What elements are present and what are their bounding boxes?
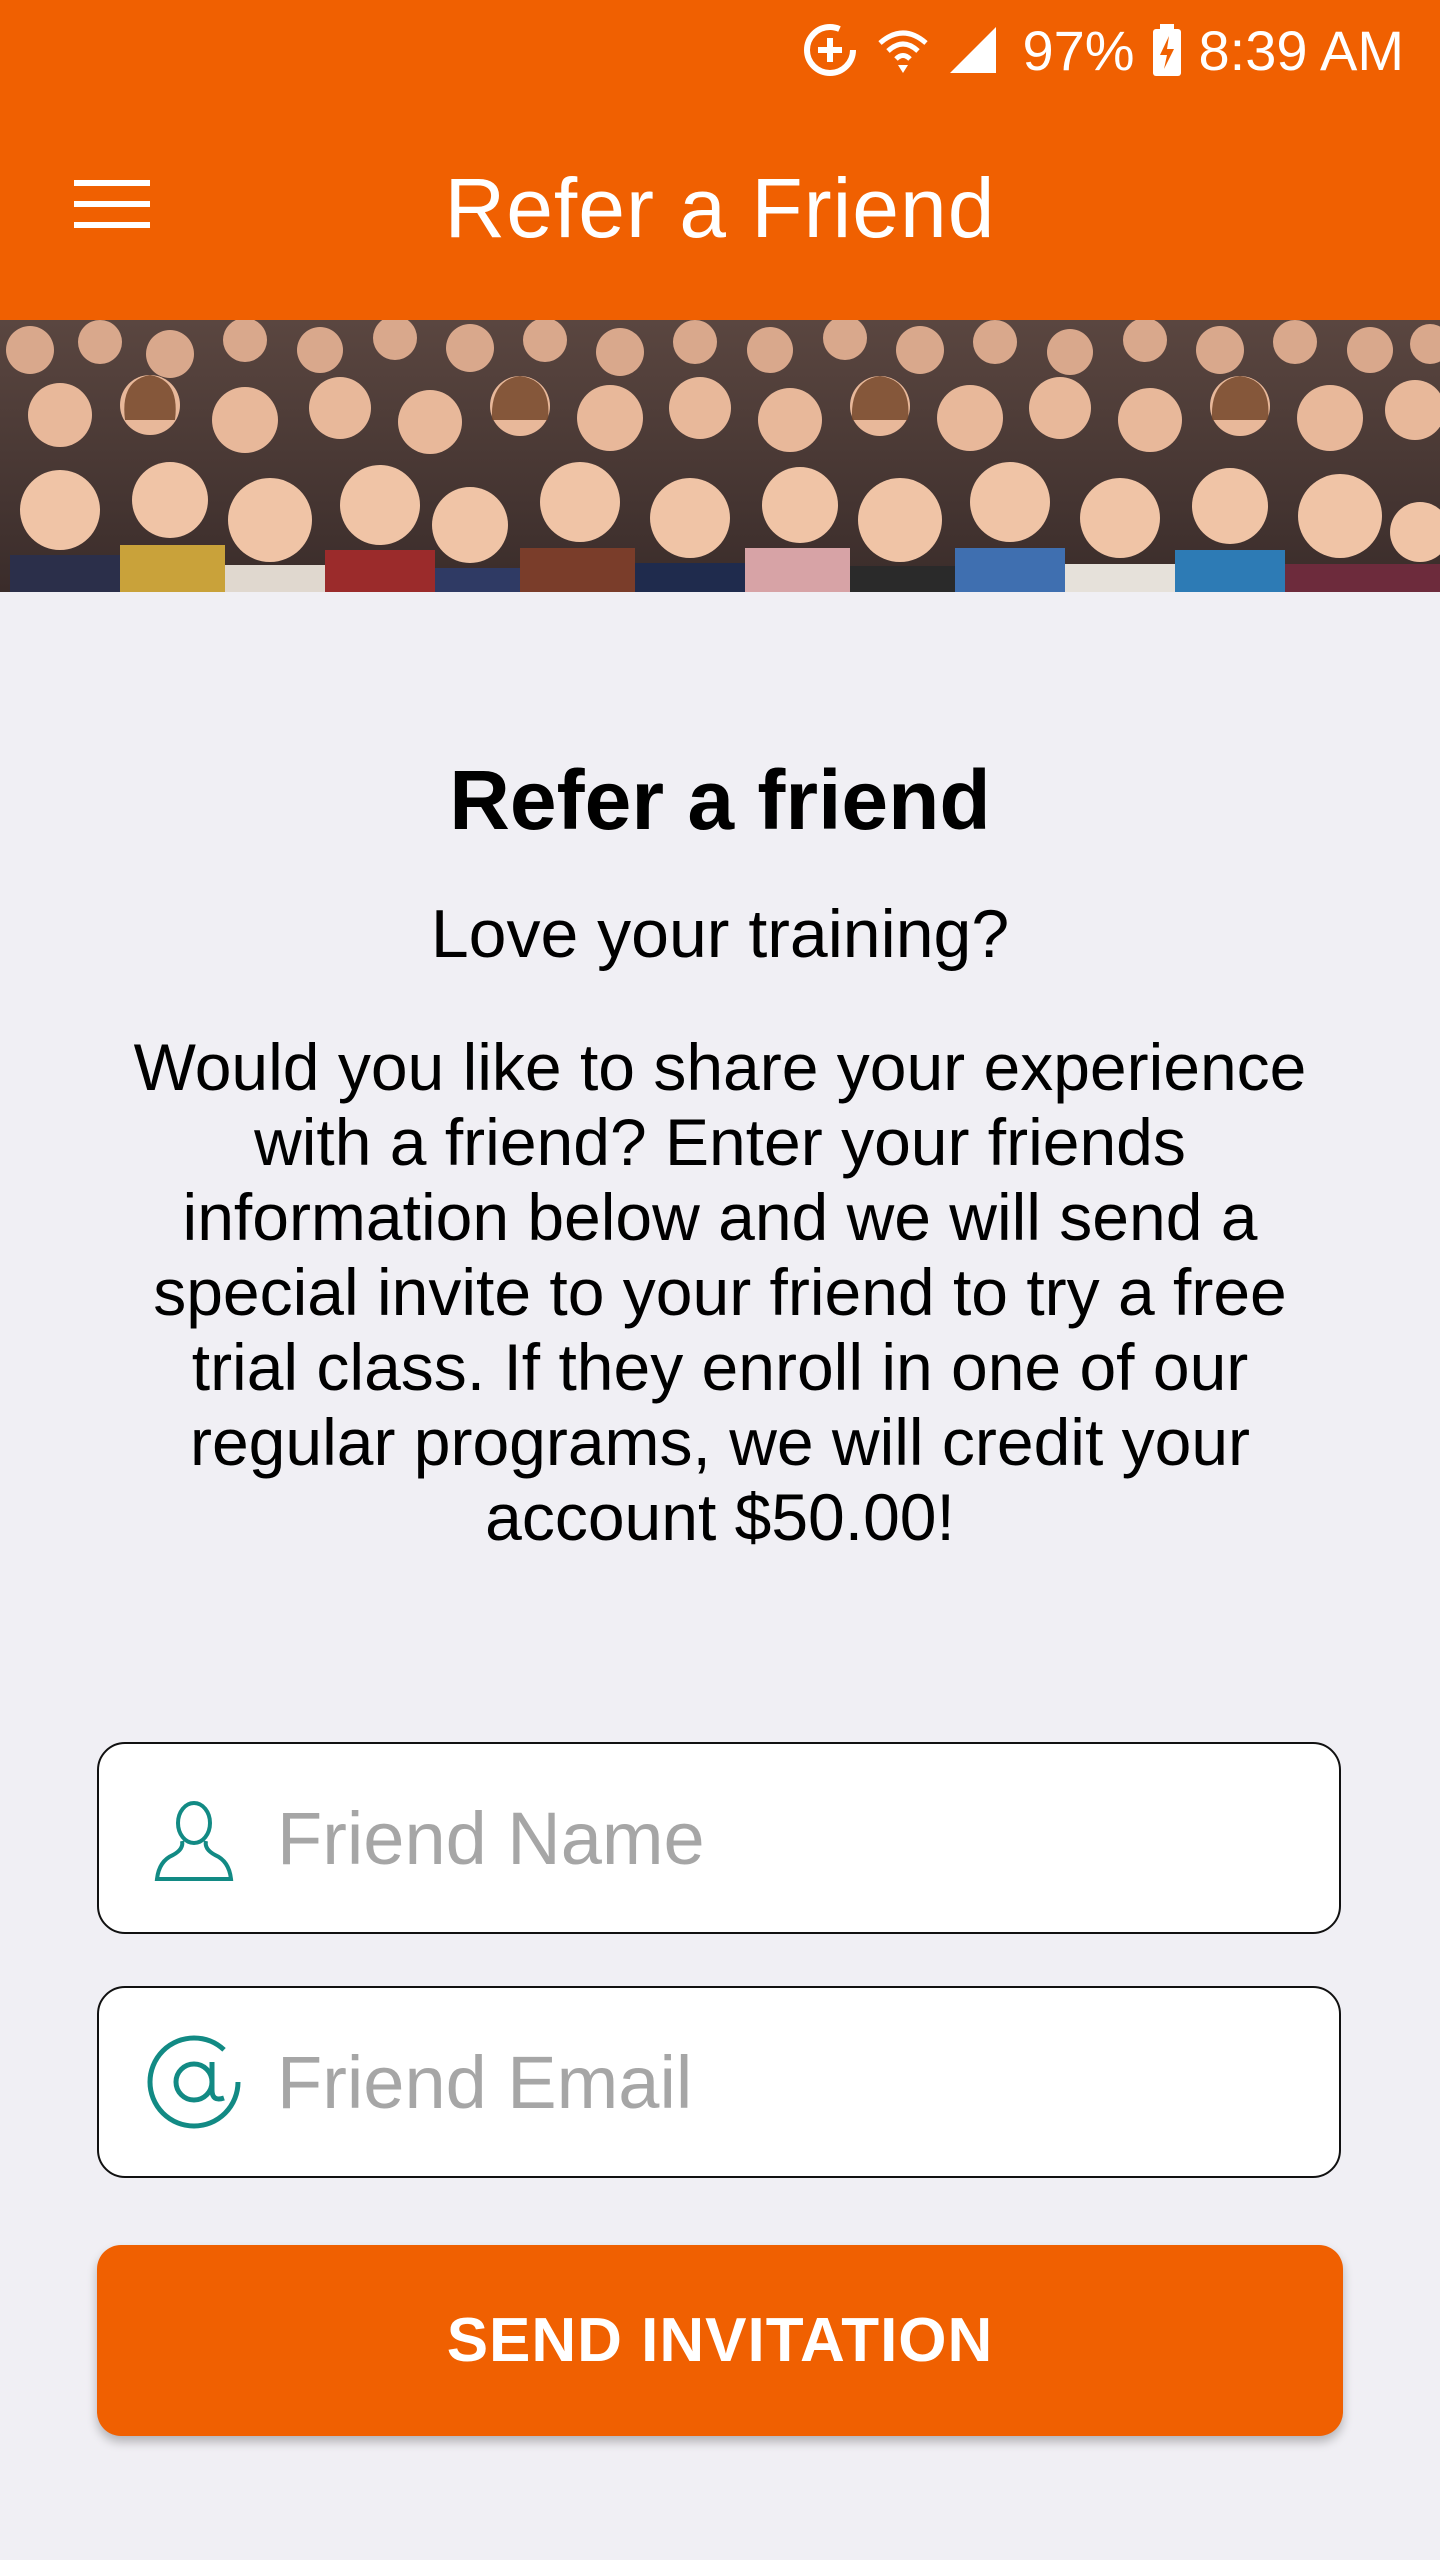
battery-charging-icon [1151,22,1183,78]
page-heading: Refer a friend [449,753,991,847]
battery-percentage: 97% [1022,18,1135,82]
clock: 8:39 AM [1198,18,1404,82]
app-title: Refer a Friend [444,161,996,255]
hero-crowd-image [0,320,1440,592]
app-bar: Refer a Friend [0,100,1440,320]
friend-name-field[interactable] [97,1742,1341,1934]
friend-email-input[interactable] [277,2039,1277,2125]
person-icon [139,1783,249,1893]
friend-name-input[interactable] [277,1795,1277,1881]
send-invitation-button[interactable]: SEND INVITATION [97,2245,1343,2436]
status-icons: 97% 8:39 AM [800,14,1404,86]
description-text: Would you like to share your experience … [133,1030,1307,1554]
at-sign-icon [139,2027,249,2137]
wifi-icon [876,23,930,77]
page-subheading: Love your training? [430,896,1010,972]
friend-email-field[interactable] [97,1986,1341,2178]
signal-icon [946,23,1000,77]
data-saver-icon [800,20,860,80]
status-bar: 97% 8:39 AM [0,0,1440,100]
